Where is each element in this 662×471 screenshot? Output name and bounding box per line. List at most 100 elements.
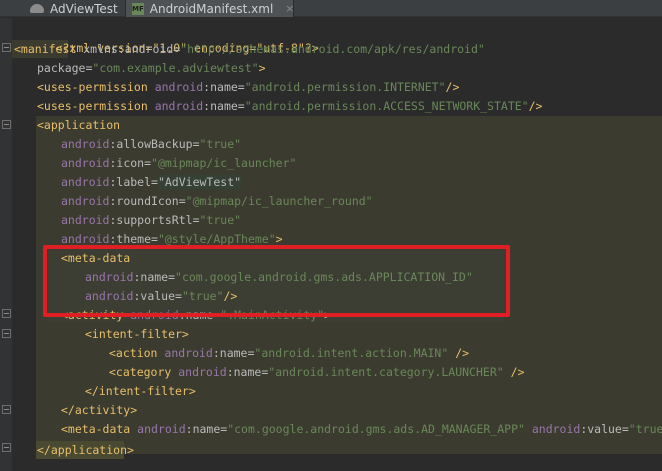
equals-sign: = [144,156,152,170]
code-line: android:icon="@mipmap/ic_launcher" [61,154,296,172]
tab-adviewtest[interactable]: AdViewTest [0,0,126,17]
attribute-name: :value [580,422,622,436]
namespace: android [130,422,186,436]
attribute-name: :name [212,346,248,360]
tag-end: /> [445,80,460,94]
attribute-value: "@mipmap/ic_launcher" [151,156,297,170]
attribute-value: "com.example.adviewtest" [92,61,259,75]
attribute-value: "android.intent.action.MAIN" [254,346,449,360]
editor-tab-bar: AdViewTest MF AndroidManifest.xml × [0,0,662,17]
code-line: <uses-permission android:name="android.p… [37,78,459,96]
code-line: <manifest xmlns:android="http://schemas.… [14,40,485,58]
code-line: android:supportsRtl="true" [61,211,241,229]
namespace: android [61,175,110,189]
attribute-value: "true" [199,213,242,227]
tag-name: <uses-permission [37,80,148,94]
tag-end: /> [503,365,525,379]
equals-sign: = [237,80,245,94]
attribute-name: :label [109,175,152,189]
tag-name: </activity> [61,403,138,417]
tag-name: <uses-permission [37,99,148,113]
attribute-name: :icon [109,156,145,170]
attribute-name: :theme [109,232,152,246]
attribute-name: :name [203,99,238,113]
android-module-icon [30,4,44,13]
attribute-name: :name [226,365,262,379]
attribute-value: "android.permission.INTERNET" [244,80,446,94]
tag-name: <intent-filter> [85,327,189,341]
fold-toggle-icon[interactable] [2,329,11,338]
attribute-value: "AdViewTest" [157,175,242,189]
equals-sign: = [237,99,245,113]
namespace: android [147,80,204,94]
code-line: </activity> [61,401,137,419]
code-line: android:label="AdViewTest" [61,173,242,191]
code-line: <action android:name="android.intent.act… [109,344,469,362]
code-line: <category android:name="android.intent.c… [109,363,524,381]
code-line: android:roundIcon="@mipmap/ic_launcher_r… [61,192,373,210]
equals-sign: = [151,175,158,189]
namespace: android [147,99,204,113]
namespace: android [61,156,110,170]
tag-name: </intent-filter> [85,384,196,398]
attribute-value: "@style/AppTheme" [157,232,276,246]
fold-toggle-icon[interactable] [2,43,11,52]
attribute-name: :roundIcon [109,194,179,208]
attribute-value: "android.permission.ACCESS_NETWORK_STATE… [244,99,529,113]
namespace: android [61,137,110,151]
tag-name: <category [109,365,172,379]
close-icon[interactable]: × [285,2,294,15]
attribute-name: xmlns:android [76,42,174,56]
attribute-value: "android.intent.category.LAUNCHER" [268,365,504,379]
namespace: android [524,422,581,436]
code-line: </application> [37,441,134,459]
tag-name: <meta-data [61,422,131,436]
tab-label: AdViewTest [50,1,118,16]
equals-sign: = [192,137,200,151]
equals-sign: = [621,422,629,436]
attribute-name: :supportsRtl [109,213,193,227]
equals-sign: = [178,194,186,208]
ide-window: AdViewTest MF AndroidManifest.xml × <?xm… [0,0,662,471]
attribute-name: :name [185,422,221,436]
code-line: <meta-data android:name="com.google.andr… [61,420,662,438]
editor-gutter [0,18,12,471]
attribute-name: package [37,61,86,75]
namespace: android [61,213,110,227]
attribute-value: "@mipmap/ic_launcher_round" [185,194,373,208]
attribute-name: :allowBackup [109,137,193,151]
tab-androidmanifest[interactable]: MF AndroidManifest.xml × [126,0,295,17]
equals-sign: = [151,232,158,246]
manifest-file-icon: MF [132,2,144,15]
attribute-value: "true" [199,137,242,151]
tab-label: AndroidManifest.xml [149,1,274,16]
namespace: android [61,194,110,208]
code-line: <intent-filter> [85,325,189,343]
tag-end: > [258,61,266,75]
fold-toggle-icon[interactable] [2,443,11,452]
attribute-value: "true" [628,422,662,436]
tag-name: <application [37,118,121,132]
namespace: android [157,346,213,360]
attribute-value: "http://schemas.android.com/apk/res/andr… [180,42,485,56]
namespace: android [171,365,227,379]
equals-sign: = [192,213,200,227]
code-line: android:allowBackup="true" [61,135,241,153]
tag-name: </application> [37,443,134,457]
tag-end: /> [528,99,543,113]
annotation-highlight-box [43,245,510,317]
tag-name: <manifest [14,42,77,56]
code-line: <uses-permission android:name="android.p… [37,97,542,115]
code-line: package="com.example.adviewtest"> [37,59,266,77]
fold-toggle-icon[interactable] [2,309,11,318]
namespace: android [61,232,110,246]
fold-toggle-icon[interactable] [2,405,11,414]
tag-end: > [275,232,283,246]
tag-end: /> [448,346,470,360]
code-line: <?xml version="1.0" encoding="utf-8"?> [14,21,319,55]
fold-toggle-icon[interactable] [2,120,11,129]
code-line: </intent-filter> [85,382,196,400]
code-line: <application [37,116,120,134]
tag-name: <action [109,346,158,360]
attribute-name: :name [203,80,238,94]
